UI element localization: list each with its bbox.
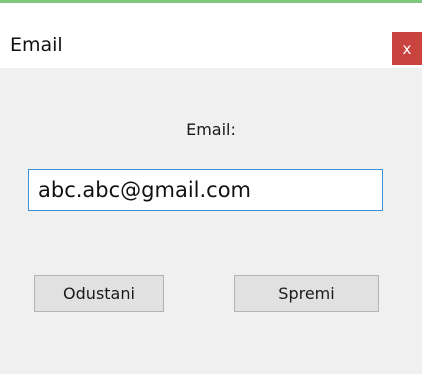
title-bar[interactable]: Email x: [0, 3, 422, 68]
cancel-button[interactable]: Odustani: [34, 275, 164, 312]
close-button[interactable]: x: [392, 32, 422, 65]
save-button[interactable]: Spremi: [234, 275, 379, 312]
email-dialog: Email x Email: Odustani Spremi: [0, 0, 422, 374]
window-title: Email: [10, 34, 63, 56]
email-label: Email:: [186, 120, 236, 139]
email-field[interactable]: [28, 169, 383, 211]
close-icon: x: [402, 39, 412, 58]
